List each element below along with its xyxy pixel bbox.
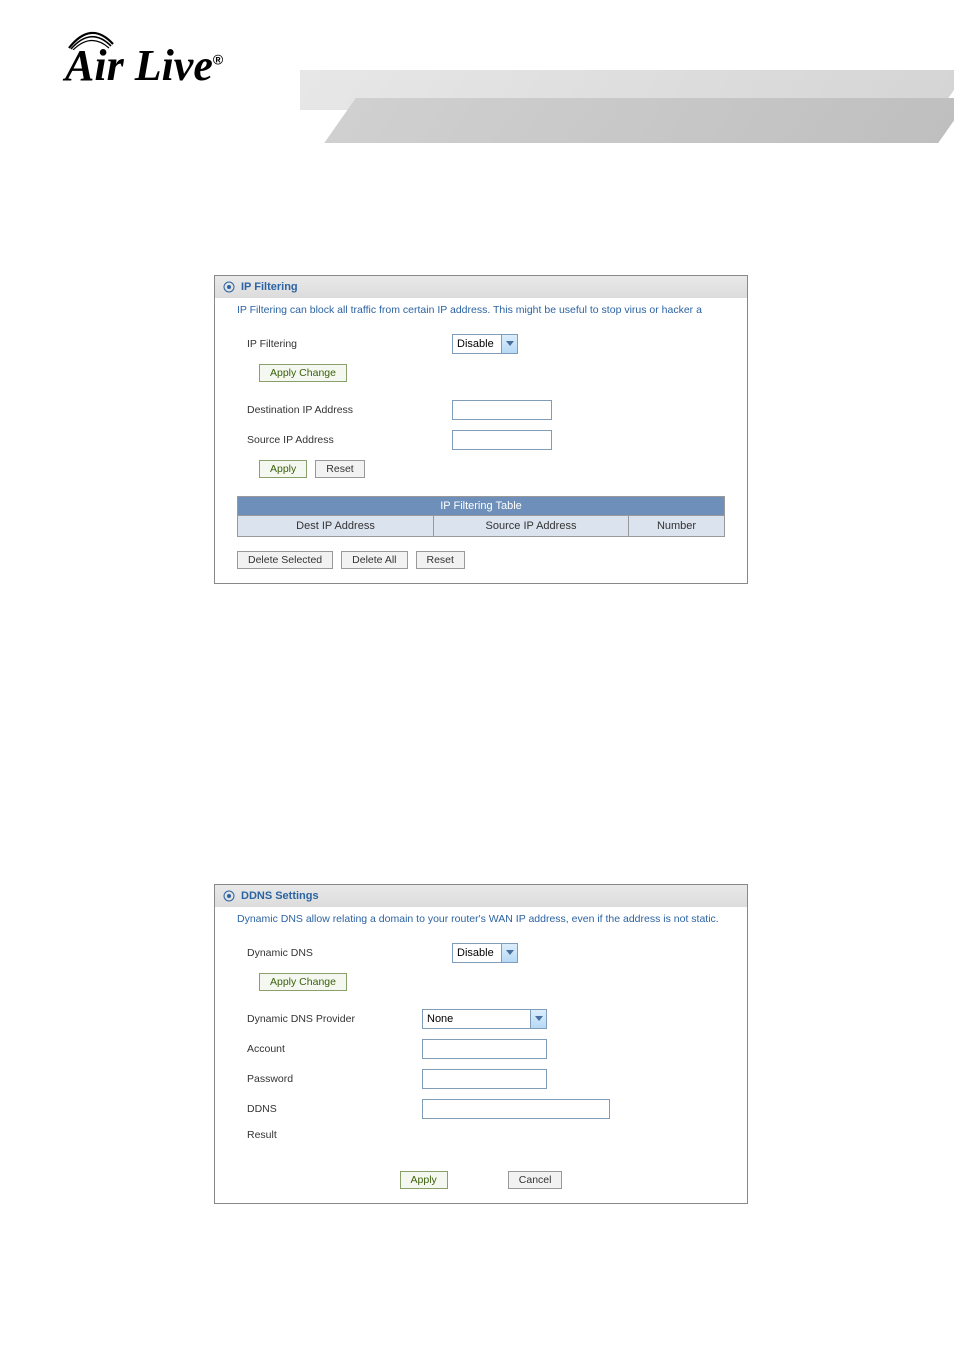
provider-label: Dynamic DNS Provider	[247, 1013, 422, 1025]
col-dest-header: Dest IP Address	[238, 516, 434, 536]
dynamic-dns-select-value: Disable	[457, 947, 494, 959]
ddns-apply-change-button[interactable]: Apply Change	[259, 973, 347, 991]
col-src-header: Source IP Address	[434, 516, 629, 536]
provider-select-value: None	[427, 1013, 453, 1025]
ddns-panel: DDNS Settings Dynamic DNS allow relating…	[214, 884, 748, 1204]
account-input[interactable]	[422, 1039, 547, 1059]
chevron-down-icon	[530, 1010, 546, 1028]
reset-table-button[interactable]: Reset	[416, 551, 465, 569]
password-input[interactable]	[422, 1069, 547, 1089]
chevron-down-icon	[501, 335, 517, 353]
reset-button[interactable]: Reset	[315, 460, 364, 478]
ddns-domain-label: DDNS	[247, 1103, 422, 1115]
ip-filtering-header: IP Filtering	[215, 276, 747, 298]
ip-filtering-main-label: IP Filtering	[247, 338, 452, 350]
ddns-apply-button[interactable]: Apply	[400, 1171, 448, 1189]
delete-selected-button[interactable]: Delete Selected	[237, 551, 333, 569]
header-banner	[300, 70, 954, 155]
src-ip-label: Source IP Address	[247, 434, 452, 446]
ip-filtering-select-value: Disable	[457, 338, 494, 350]
delete-all-button[interactable]: Delete All	[341, 551, 407, 569]
result-label: Result	[247, 1129, 422, 1141]
ddns-cancel-button[interactable]: Cancel	[508, 1171, 563, 1189]
src-ip-input[interactable]	[452, 430, 552, 450]
dynamic-dns-label: Dynamic DNS	[247, 947, 452, 959]
dest-ip-label: Destination IP Address	[247, 404, 452, 416]
panel-title: IP Filtering	[241, 281, 298, 293]
ddns-header: DDNS Settings	[215, 885, 747, 907]
ddns-description: Dynamic DNS allow relating a domain to y…	[215, 907, 747, 939]
table-title: IP Filtering Table	[237, 496, 725, 516]
password-label: Password	[247, 1073, 422, 1085]
ip-filtering-select[interactable]: Disable	[452, 334, 518, 354]
panel-title: DDNS Settings	[241, 890, 319, 902]
apply-change-button[interactable]: Apply Change	[259, 364, 347, 382]
gear-icon	[223, 281, 235, 293]
provider-select[interactable]: None	[422, 1009, 547, 1029]
dynamic-dns-select[interactable]: Disable	[452, 943, 518, 963]
account-label: Account	[247, 1043, 422, 1055]
ddns-domain-input[interactable]	[422, 1099, 610, 1119]
gear-icon	[223, 890, 235, 902]
dest-ip-input[interactable]	[452, 400, 552, 420]
brand-logo: Air Live®	[65, 40, 223, 91]
apply-button[interactable]: Apply	[259, 460, 307, 478]
chevron-down-icon	[501, 944, 517, 962]
ip-filtering-panel: IP Filtering IP Filtering can block all …	[214, 275, 748, 584]
ip-filtering-description: IP Filtering can block all traffic from …	[215, 298, 747, 330]
ip-filtering-table: IP Filtering Table Dest IP Address Sourc…	[237, 496, 725, 537]
col-num-header: Number	[629, 516, 724, 536]
